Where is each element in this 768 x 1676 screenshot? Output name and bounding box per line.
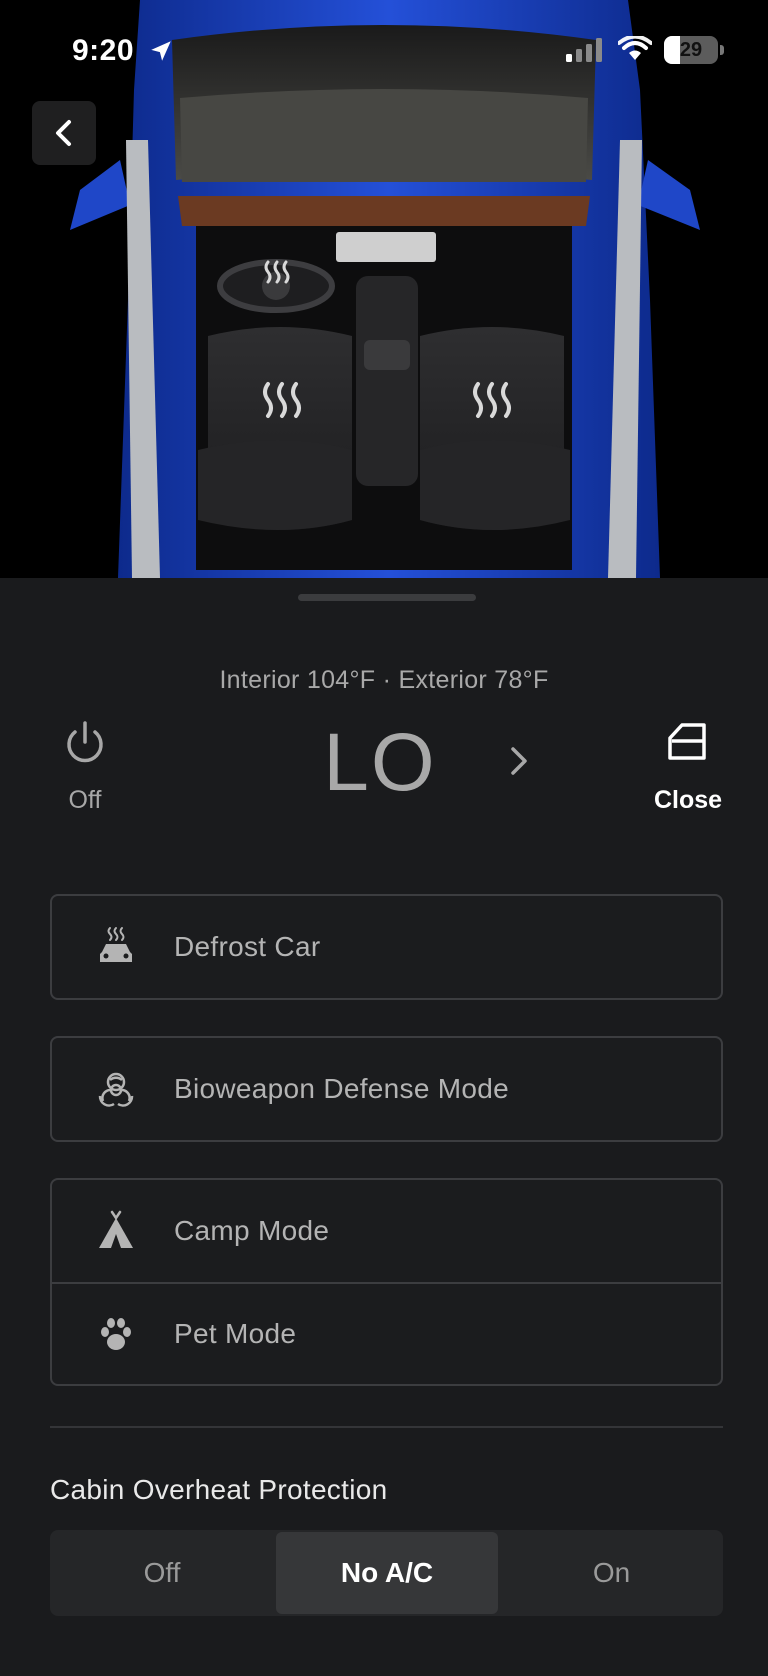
close-windows-label[interactable]: Close: [640, 786, 736, 815]
status-bar: 9:20 29: [0, 0, 768, 100]
battery-icon: 29: [664, 36, 718, 64]
cabin-overheat-selector: Off No A/C On: [50, 1530, 723, 1616]
bioweapon-defense-label: Bioweapon Defense Mode: [174, 1073, 510, 1104]
camp-pet-group: Camp Mode Pet Mode: [50, 1178, 723, 1386]
temperature-setting[interactable]: LO: [300, 718, 460, 808]
cabin-overheat-title: Cabin Overheat Protection: [50, 1474, 388, 1505]
defrost-car-button[interactable]: Defrost Car: [50, 894, 723, 1000]
biohazard-icon: [98, 1072, 134, 1107]
power-label: Off: [68, 786, 102, 814]
temperature-readout: Interior 104°F · Exterior 78°F: [219, 666, 549, 694]
overheat-option-off[interactable]: Off: [50, 1530, 274, 1616]
back-button[interactable]: [32, 101, 96, 165]
sheet-grabber[interactable]: [298, 594, 476, 601]
cellular-signal-icon: [566, 38, 602, 62]
battery-percentage: 29: [679, 39, 703, 61]
battery-cap: [720, 45, 724, 55]
chevron-right-icon[interactable]: [506, 744, 532, 778]
location-arrow-icon: [151, 41, 171, 61]
camp-mode-button[interactable]: Camp Mode: [52, 1180, 721, 1282]
overheat-option-on[interactable]: On: [500, 1530, 723, 1616]
status-time: 9:20: [72, 34, 135, 67]
chevron-left-icon: [56, 120, 71, 146]
bioweapon-defense-button[interactable]: Bioweapon Defense Mode: [50, 1036, 723, 1142]
power-icon[interactable]: [60, 718, 110, 768]
tent-icon: [99, 1210, 133, 1248]
pet-mode-label: Pet Mode: [174, 1318, 297, 1349]
defrost-car-icon: [100, 927, 132, 962]
car-door-icon[interactable]: [666, 722, 710, 762]
defrost-car-label: Defrost Car: [174, 931, 321, 962]
camp-mode-label: Camp Mode: [174, 1215, 330, 1246]
paw-icon: [101, 1318, 131, 1350]
pet-mode-button[interactable]: Pet Mode: [52, 1282, 721, 1384]
overheat-option-no-ac[interactable]: No A/C: [276, 1532, 498, 1614]
section-divider: [50, 1426, 723, 1428]
wifi-icon: [618, 36, 652, 60]
